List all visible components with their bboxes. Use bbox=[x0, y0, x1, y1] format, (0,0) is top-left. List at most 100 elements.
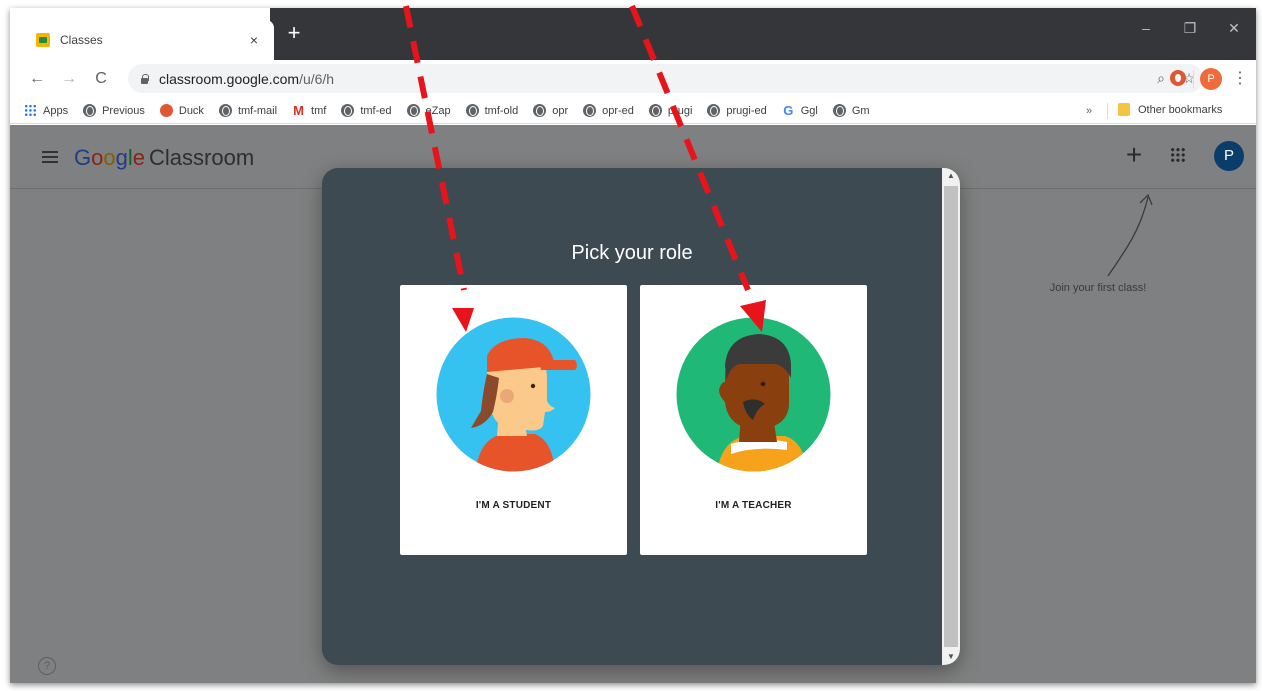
page-content: Google Classroom + P Join your first cla… bbox=[10, 125, 1256, 683]
help-icon[interactable]: ? bbox=[38, 657, 56, 675]
bookmark-label: tmf bbox=[311, 104, 327, 117]
teacher-avatar-illustration bbox=[676, 317, 831, 472]
other-bookmarks[interactable]: Other bookmarks bbox=[1118, 103, 1222, 116]
join-hint-arrow-icon bbox=[1107, 193, 1153, 277]
globe-icon bbox=[83, 104, 97, 117]
tab-title: Classes bbox=[60, 33, 103, 47]
globe-icon bbox=[218, 104, 232, 117]
bookmark-tmf[interactable]: Mtmf bbox=[292, 103, 327, 118]
bookmark-label: Apps bbox=[43, 104, 69, 117]
google-icon: G bbox=[783, 103, 794, 118]
globe-icon bbox=[533, 104, 547, 117]
tab-close-icon[interactable]: × bbox=[246, 32, 262, 48]
folder-icon bbox=[1118, 103, 1130, 116]
student-label: I'M A STUDENT bbox=[475, 500, 552, 511]
bookmark-ezap[interactable]: eZap bbox=[406, 104, 451, 117]
bookmark-duck[interactable]: Duck bbox=[159, 104, 204, 117]
google-classroom-logo[interactable]: Google Classroom bbox=[74, 145, 254, 171]
gmail-icon: M bbox=[293, 103, 304, 118]
tab-strip-background bbox=[270, 8, 1256, 60]
window-controls: – ❐ ✕ bbox=[1124, 20, 1256, 37]
browser-window: Classes × + – ❐ ✕ ← → C classroom.google… bbox=[10, 8, 1256, 683]
bookmark-label: Previous bbox=[102, 104, 145, 117]
logo-letter: o bbox=[103, 145, 116, 170]
bookmark-opr[interactable]: opr bbox=[533, 104, 568, 117]
tab-strip: Classes × + – ❐ ✕ bbox=[10, 8, 1256, 60]
logo-letter: e bbox=[132, 145, 146, 170]
url-path: /u/6/h bbox=[299, 70, 335, 87]
restore-button[interactable]: ❐ bbox=[1168, 20, 1212, 37]
tab-classes[interactable]: Classes × bbox=[24, 20, 274, 60]
more-bookmarks-chevron-icon[interactable]: » bbox=[1086, 105, 1092, 117]
globe-icon bbox=[406, 104, 420, 117]
globe-icon bbox=[465, 104, 479, 117]
other-bookmarks-label: Other bookmarks bbox=[1138, 103, 1223, 116]
lock-icon bbox=[140, 73, 149, 84]
bookmark-tmf-mail[interactable]: tmf-mail bbox=[218, 104, 278, 117]
bookmark-apps[interactable]: Apps bbox=[24, 104, 68, 117]
pick-role-dialog: Pick your role I'M A STUDENT I'M A TEACH… bbox=[322, 168, 960, 665]
bookmark-label: prugi bbox=[667, 104, 693, 117]
url-text[interactable]: classroom.google.com/u/6/h bbox=[159, 71, 1147, 87]
bookmark-label: Gm bbox=[851, 104, 870, 117]
logo-letter: g bbox=[115, 145, 128, 170]
bookmark-tmf-ed[interactable]: tmf-ed bbox=[341, 104, 392, 117]
teacher-role-card[interactable]: I'M A TEACHER bbox=[640, 285, 867, 555]
bookmarks-divider bbox=[1107, 103, 1108, 119]
url-host: classroom.google.com bbox=[159, 70, 300, 87]
reload-icon[interactable]: C bbox=[88, 70, 114, 88]
globe-icon bbox=[341, 104, 355, 117]
new-tab-button[interactable]: + bbox=[282, 22, 306, 44]
logo-letter: o bbox=[91, 145, 104, 170]
teacher-label: I'M A TEACHER bbox=[715, 500, 792, 511]
minimize-button[interactable]: – bbox=[1124, 20, 1168, 37]
logo-letter: G bbox=[74, 145, 92, 170]
apps-grid-icon bbox=[24, 104, 37, 117]
bookmarks-bar: Apps Previous Duck tmf-mail Mtmf tmf-ed … bbox=[10, 98, 1256, 124]
duckduckgo-extension-icon[interactable] bbox=[1170, 70, 1186, 86]
create-or-join-button[interactable]: + bbox=[1122, 141, 1146, 169]
close-window-button[interactable]: ✕ bbox=[1212, 20, 1256, 37]
product-name: Classroom bbox=[149, 145, 255, 170]
student-role-card[interactable]: I'M A STUDENT bbox=[400, 285, 627, 555]
bookmark-label: Duck bbox=[178, 104, 204, 117]
forward-arrow-icon[interactable]: → bbox=[56, 70, 82, 88]
browser-toolbar: ← → C classroom.google.com/u/6/h ⌕ ☆ P ⋮ bbox=[10, 60, 1256, 98]
bookmark-label: Ggl bbox=[800, 104, 818, 117]
bookmark-label: tmf-old bbox=[484, 104, 519, 117]
bookmark-tmf-old[interactable]: tmf-old bbox=[465, 104, 519, 117]
scroll-up-arrow-icon[interactable]: ▲ bbox=[942, 168, 960, 184]
google-apps-icon[interactable] bbox=[1170, 147, 1186, 163]
profile-avatar[interactable]: P bbox=[1200, 68, 1222, 90]
globe-icon bbox=[832, 104, 846, 117]
bookmark-label: tmf-ed bbox=[360, 104, 392, 117]
globe-icon bbox=[707, 104, 721, 117]
bookmark-gm[interactable]: Gm bbox=[832, 104, 870, 117]
scroll-down-arrow-icon[interactable]: ▼ bbox=[942, 649, 960, 665]
bookmark-label: opr bbox=[552, 104, 569, 117]
dialog-title: Pick your role bbox=[571, 242, 693, 264]
student-avatar-illustration bbox=[436, 317, 591, 472]
bookmark-label: tmf-mail bbox=[237, 104, 278, 117]
menu-icon[interactable]: ⋮ bbox=[1232, 68, 1248, 88]
join-first-class-hint: Join your first class! bbox=[1049, 282, 1147, 294]
account-avatar[interactable]: P bbox=[1214, 141, 1244, 171]
bookmark-opr-ed[interactable]: opr-ed bbox=[583, 104, 634, 117]
scrollbar-thumb[interactable] bbox=[944, 186, 958, 647]
bookmark-previous[interactable]: Previous bbox=[83, 104, 145, 117]
address-bar[interactable]: classroom.google.com/u/6/h ⌕ ☆ bbox=[128, 64, 1203, 93]
back-arrow-icon[interactable]: ← bbox=[24, 70, 50, 88]
classroom-favicon-icon bbox=[36, 33, 50, 47]
globe-icon bbox=[583, 104, 597, 117]
hamburger-menu-icon[interactable] bbox=[42, 151, 58, 163]
bookmark-ggl[interactable]: G Ggl bbox=[782, 103, 818, 118]
dialog-scrollbar[interactable]: ▲ ▼ bbox=[942, 168, 960, 665]
bookmark-label: opr-ed bbox=[602, 104, 634, 117]
bookmark-label: prugi-ed bbox=[726, 104, 767, 117]
bookmark-label: eZap bbox=[425, 104, 451, 117]
bookmark-prugi-ed[interactable]: prugi-ed bbox=[707, 104, 767, 117]
bookmark-prugi[interactable]: prugi bbox=[648, 104, 693, 117]
duckduckgo-icon bbox=[159, 104, 173, 117]
toolbar-divider bbox=[1193, 70, 1194, 88]
globe-icon bbox=[648, 104, 662, 117]
